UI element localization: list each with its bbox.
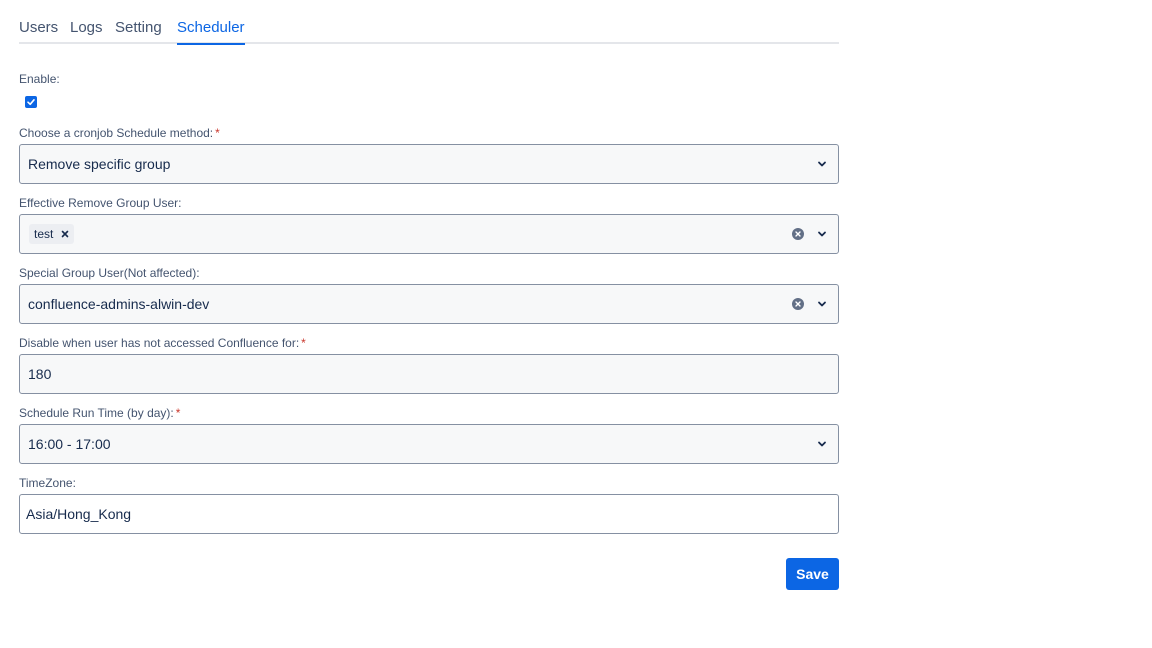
chevron-down-icon[interactable] — [816, 298, 828, 310]
inactive-days-label: Disable when user has not accessed Confl… — [19, 336, 306, 350]
enable-checkbox[interactable] — [25, 96, 37, 108]
run-time-label: Schedule Run Time (by day): * — [19, 406, 180, 420]
group-tag-label: test — [34, 227, 54, 241]
inactive-days-input[interactable]: 180 — [19, 354, 839, 394]
required-marker: * — [215, 126, 220, 140]
required-marker: * — [301, 336, 306, 350]
schedule-method-value: Remove specific group — [28, 156, 171, 172]
save-button[interactable]: Save — [786, 558, 839, 590]
scheduler-page: Users Logs Setting Scheduler Enable: Cho… — [0, 0, 1152, 648]
tab-users[interactable]: Users — [19, 19, 58, 37]
clear-icon[interactable] — [792, 228, 804, 240]
special-group-user-value: confluence-admins-alwin-dev — [28, 296, 210, 312]
timezone-label: TimeZone: — [19, 476, 76, 490]
enable-label-text: Enable: — [19, 72, 60, 86]
timezone-input[interactable]: Asia/Hong_Kong — [19, 494, 839, 534]
run-time-select[interactable]: 16:00 - 17:00 — [19, 424, 839, 464]
remove-group-user-select[interactable]: test — [19, 214, 839, 254]
timezone-label-text: TimeZone: — [19, 476, 76, 490]
schedule-method-select[interactable]: Remove specific group — [19, 144, 839, 184]
required-marker: * — [175, 406, 181, 420]
inactive-days-label-text: Disable when user has not accessed Confl… — [19, 336, 300, 350]
check-icon — [27, 99, 35, 106]
close-icon[interactable] — [61, 230, 69, 238]
run-time-value: 16:00 - 17:00 — [28, 436, 111, 452]
remove-group-user-label: Effective Remove Group User: — [19, 196, 182, 210]
timezone-value: Asia/Hong_Kong — [26, 506, 132, 522]
clear-icon[interactable] — [792, 298, 804, 310]
enable-label: Enable: — [19, 72, 60, 86]
inactive-days-value: 180 — [28, 366, 52, 382]
group-tag: test — [29, 224, 75, 244]
schedule-method-label: Choose a cronjob Schedule method: * — [19, 126, 220, 140]
special-group-user-label-text: Special Group User(Not affected): — [19, 266, 200, 280]
remove-group-user-label-text: Effective Remove Group User: — [19, 196, 182, 210]
chevron-down-icon[interactable] — [816, 158, 828, 170]
tab-bar: Users Logs Setting Scheduler — [19, 0, 839, 45]
schedule-method-label-text: Choose a cronjob Schedule method: — [19, 126, 214, 140]
special-group-user-label: Special Group User(Not affected): — [19, 266, 200, 280]
special-group-user-select[interactable]: confluence-admins-alwin-dev — [19, 284, 839, 324]
chevron-down-icon[interactable] — [816, 438, 828, 450]
tab-scheduler[interactable]: Scheduler — [177, 19, 245, 45]
chevron-down-icon[interactable] — [816, 228, 828, 240]
tab-logs[interactable]: Logs — [70, 19, 103, 37]
run-time-label-text: Schedule Run Time (by day): — [19, 406, 174, 420]
tab-setting[interactable]: Setting — [115, 19, 162, 37]
